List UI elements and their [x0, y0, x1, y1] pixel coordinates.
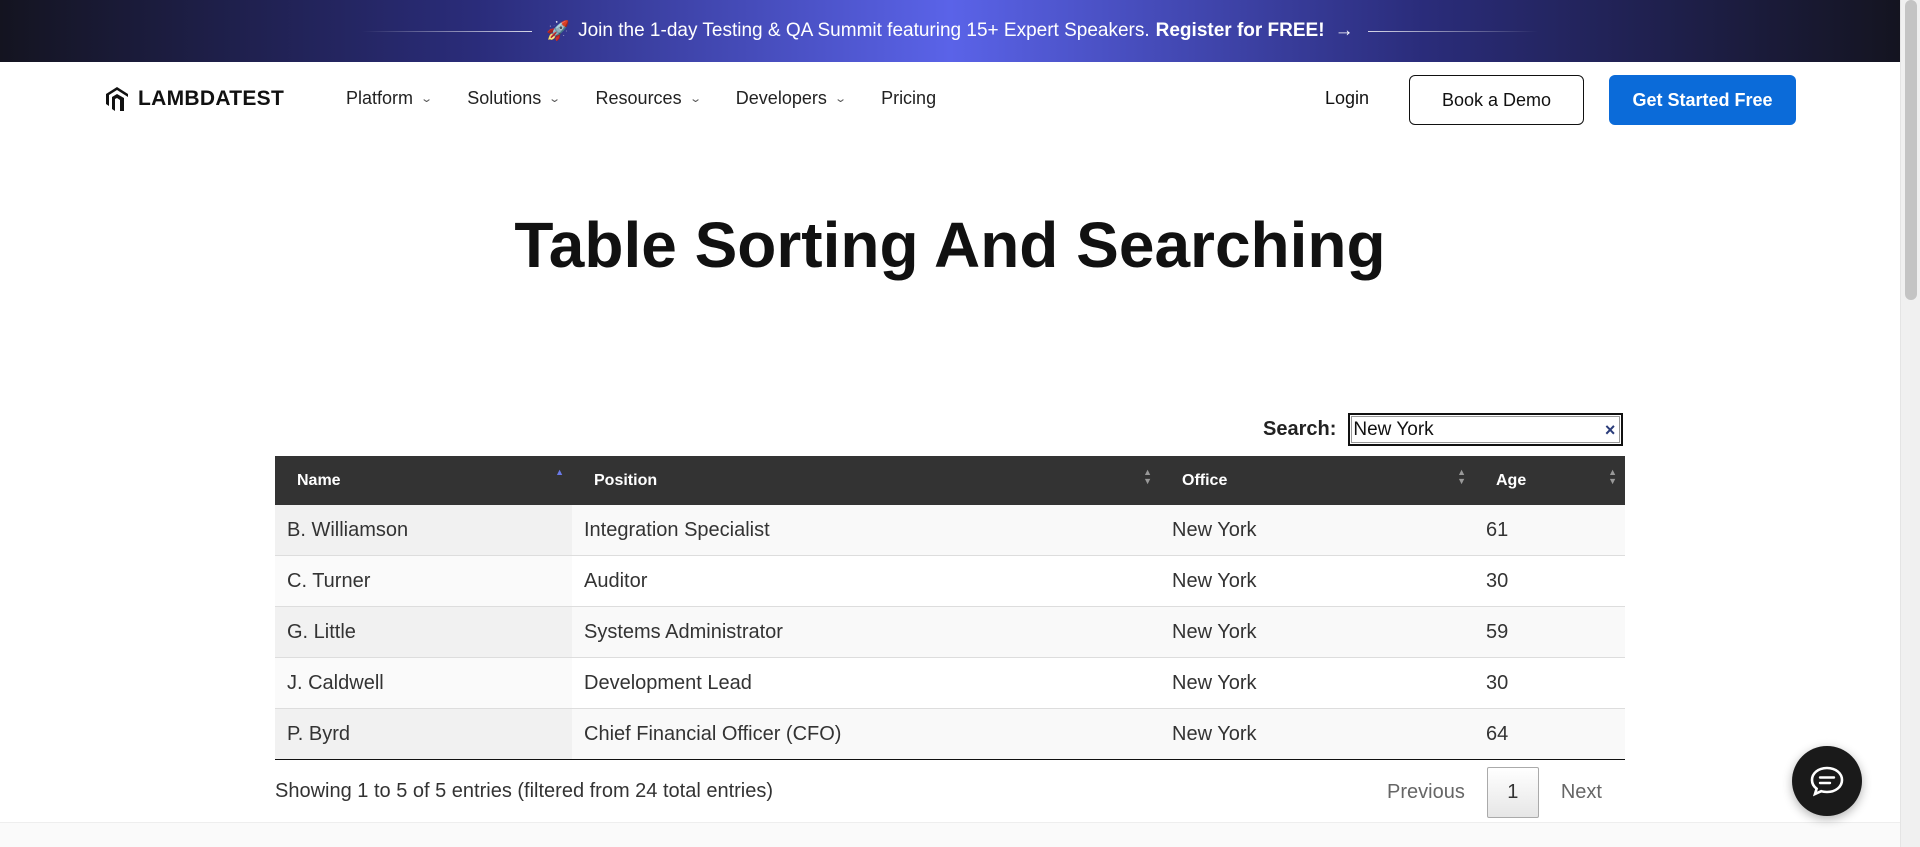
table-row: G. Little Systems Administrator New York…: [275, 607, 1625, 658]
chevron-down-icon: ⌄: [688, 93, 702, 105]
cell-office: New York: [1172, 620, 1257, 643]
table-search: Search: ×: [1263, 413, 1624, 446]
bottom-strip: [0, 822, 1900, 847]
banner-divider-left: [362, 30, 533, 32]
column-header-position[interactable]: Position ▲ ▼: [572, 456, 1160, 505]
promo-banner[interactable]: 🚀 Join the 1-day Testing & QA Summit fea…: [0, 0, 1900, 62]
column-label: Position: [594, 471, 658, 489]
table-info: Showing 1 to 5 of 5 entries (filtered fr…: [275, 780, 774, 802]
column-header-name[interactable]: Name ▲▼: [275, 456, 572, 505]
logo-text: LAMBDATEST: [138, 87, 285, 110]
top-nav: LAMBDATEST Platform ⌄ Solutions ⌄ Resour…: [0, 62, 1900, 138]
cell-office: New York: [1172, 722, 1257, 745]
cell-age: 30: [1486, 569, 1509, 592]
cell-age: 64: [1486, 722, 1509, 745]
sort-ascending-icon: ▲▼: [555, 467, 564, 477]
column-header-age[interactable]: Age ▲ ▼: [1474, 456, 1625, 505]
clear-search-icon[interactable]: ×: [1605, 420, 1616, 441]
column-label: Office: [1182, 471, 1228, 489]
menu-label: Resources: [595, 88, 682, 108]
chevron-down-icon: ⌄: [420, 93, 434, 105]
table-row: B. Williamson Integration Specialist New…: [275, 505, 1625, 556]
search-input[interactable]: [1353, 418, 1594, 441]
data-table: Name ▲▼ Position ▲▼ Office ▲▼ Age ▲▼ B. …: [275, 456, 1625, 760]
column-label: Name: [297, 471, 341, 489]
table-row: C. Turner Auditor New York 30: [275, 556, 1625, 607]
page-button-current[interactable]: 1: [1486, 767, 1539, 818]
menu-label: Developers: [735, 88, 827, 108]
chat-widget-button[interactable]: [1792, 746, 1862, 816]
cell-age: 59: [1486, 620, 1509, 643]
book-demo-button[interactable]: Book a Demo: [1409, 75, 1584, 125]
arrow-right-icon: →: [1334, 20, 1354, 41]
table-row: J. Caldwell Development Lead New York 30: [275, 658, 1625, 709]
sort-icon: ▲ ▼: [1457, 467, 1466, 486]
cell-office: New York: [1172, 518, 1257, 541]
main-menu: Platform ⌄ Solutions ⌄ Resources ⌄ Devel…: [346, 88, 972, 109]
cell-age: 61: [1486, 518, 1509, 541]
banner-cta-link[interactable]: Register for FREE!: [1156, 20, 1325, 42]
previous-page-button[interactable]: Previous: [1365, 781, 1487, 804]
menu-item-developers[interactable]: Developers ⌄: [735, 88, 847, 109]
cell-name: C. Turner: [275, 556, 572, 606]
vertical-scrollbar[interactable]: [1900, 0, 1920, 847]
chevron-down-icon: ⌄: [548, 93, 562, 105]
cell-position: Development Lead: [584, 671, 752, 694]
scrollbar-thumb[interactable]: [1905, 0, 1917, 300]
search-box[interactable]: ×: [1348, 413, 1624, 446]
cell-position: Integration Specialist: [584, 518, 770, 541]
logo[interactable]: LAMBDATEST: [102, 84, 284, 114]
rocket-icon: 🚀: [546, 21, 571, 42]
menu-label: Platform: [346, 88, 414, 108]
menu-item-pricing[interactable]: Pricing: [881, 88, 936, 109]
menu-label: Pricing: [881, 88, 937, 108]
lambdatest-logo-icon: [106, 87, 128, 111]
cell-name: G. Little: [275, 607, 572, 657]
table-body: B. Williamson Integration Specialist New…: [275, 505, 1625, 760]
table-header: Name ▲▼ Position ▲▼ Office ▲▼ Age ▲▼: [275, 456, 1625, 505]
cell-name: B. Williamson: [275, 505, 572, 555]
table-row: P. Byrd Chief Financial Officer (CFO) Ne…: [275, 709, 1625, 760]
get-started-button[interactable]: Get Started Free: [1609, 75, 1796, 125]
menu-item-solutions[interactable]: Solutions ⌄: [467, 88, 562, 109]
login-link[interactable]: Login: [1325, 88, 1369, 109]
cell-name: P. Byrd: [275, 709, 572, 759]
cell-name: J. Caldwell: [275, 658, 572, 708]
menu-label: Solutions: [467, 88, 542, 108]
pagination: Previous 1 Next: [1365, 767, 1624, 818]
sort-icon: ▲ ▼: [1608, 467, 1617, 486]
chevron-down-icon: ⌄: [834, 93, 847, 105]
cell-position: Auditor: [584, 569, 648, 592]
menu-item-resources[interactable]: Resources ⌄: [595, 88, 702, 109]
next-page-button[interactable]: Next: [1539, 781, 1624, 804]
cell-age: 30: [1486, 671, 1509, 694]
sort-icon: ▲ ▼: [1143, 467, 1152, 486]
banner-text: Join the 1-day Testing & QA Summit featu…: [578, 20, 1150, 41]
column-header-office[interactable]: Office ▲ ▼: [1160, 456, 1474, 505]
column-label: Age: [1496, 471, 1527, 489]
menu-item-platform[interactable]: Platform ⌄: [346, 88, 434, 109]
banner-divider-right: [1367, 30, 1538, 32]
cell-office: New York: [1172, 671, 1257, 694]
cell-office: New York: [1172, 569, 1257, 592]
page-title: Table Sorting And Searching: [514, 209, 1386, 281]
cell-position: Systems Administrator: [584, 620, 783, 643]
cell-position: Chief Financial Officer (CFO): [584, 722, 842, 745]
chat-bubble-icon: [1810, 766, 1844, 797]
search-label: Search:: [1263, 418, 1337, 440]
